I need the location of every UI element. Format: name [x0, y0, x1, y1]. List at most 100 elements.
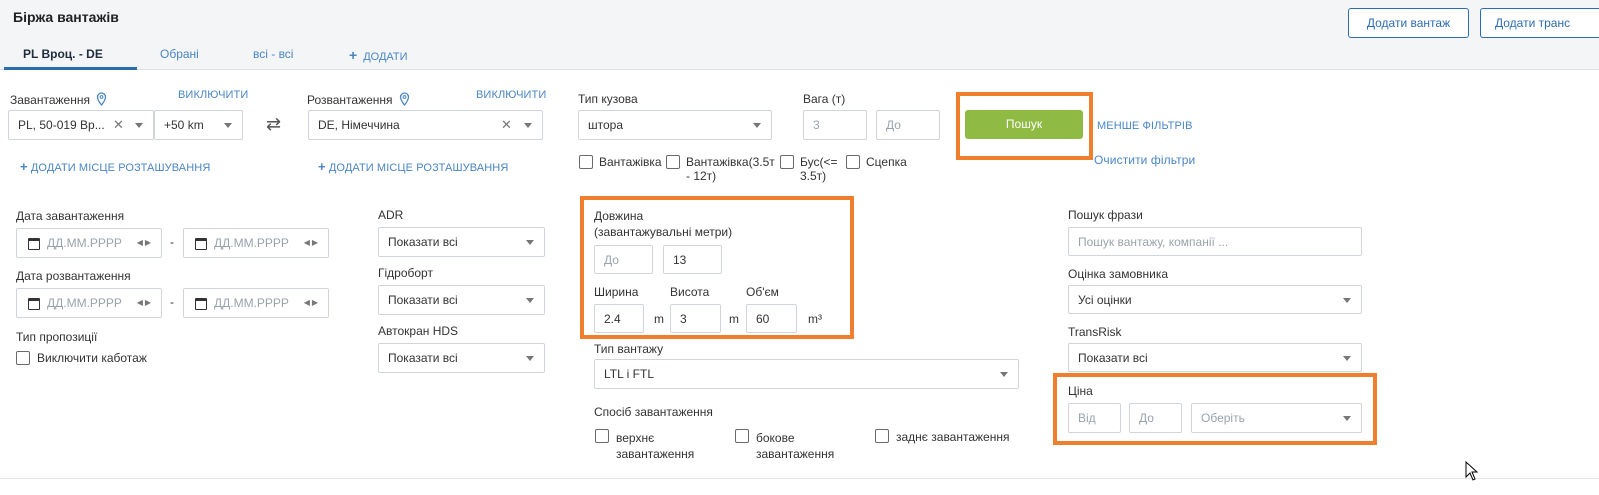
mouse-cursor-icon — [1465, 461, 1479, 481]
tab-favorites[interactable]: Обрані — [160, 47, 199, 61]
unloading-location-input[interactable]: DE, Німеччина ✕ — [308, 110, 543, 140]
unloading-date-from-input[interactable]: ДД.ММ.РРРР ◀▶ — [16, 288, 162, 318]
weight-to-input[interactable]: До — [876, 110, 940, 140]
stepper-arrows-icon[interactable]: ◀▶ — [137, 229, 153, 257]
body-type-select[interactable]: штора — [578, 110, 772, 140]
side-loading-checkbox[interactable] — [735, 429, 749, 443]
price-label: Ціна — [1068, 384, 1093, 398]
loading-date-to-input[interactable]: ДД.ММ.РРРР ◀▶ — [183, 228, 329, 258]
tail-lift-label: Гідроборт — [378, 266, 433, 280]
stepper-arrows-icon[interactable]: ◀▶ — [137, 289, 153, 317]
transrisk-select[interactable]: Показати всі — [1068, 343, 1362, 372]
length-sublabel: (завантажувальні метри) — [594, 225, 733, 239]
crane-select[interactable]: Показати всі — [378, 343, 545, 373]
date-range-dash: - — [170, 235, 174, 249]
page-title: Біржа вантажів — [13, 9, 119, 25]
price-from-input[interactable]: Від — [1068, 403, 1121, 433]
customer-rating-select[interactable]: Усі оцінки — [1068, 285, 1362, 314]
unloading-location-value: DE, Німеччина — [318, 118, 400, 132]
loading-location-input[interactable]: PL, 50-019 Вр... ✕ — [8, 110, 154, 140]
rear-loading-checkbox[interactable] — [875, 429, 889, 443]
cabotage-checkbox[interactable] — [16, 351, 30, 365]
location-pin-icon — [399, 92, 410, 107]
unloading-exclude-link[interactable]: ВИКЛЮЧИТИ — [476, 89, 546, 101]
side-loading-label: бокове завантаження — [756, 431, 835, 461]
trailer-label: Сцепка — [866, 155, 907, 169]
loading-exclude-link[interactable]: ВИКЛЮЧИТИ — [178, 89, 248, 101]
width-input[interactable]: 2.4 — [594, 304, 644, 333]
tab-all-all[interactable]: всі - всі — [253, 47, 293, 61]
plus-icon: + — [349, 47, 358, 63]
loading-add-location-link[interactable]: + ДОДАТИ МІСЦЕ РОЗТАШУВАННЯ — [20, 159, 210, 174]
calendar-icon — [195, 298, 207, 310]
loading-location-value: PL, 50-019 Вр... — [18, 118, 105, 132]
truck-label: Вантажівка — [599, 155, 662, 169]
trailer-checkbox[interactable] — [846, 155, 860, 169]
weight-from-input[interactable]: 3 — [803, 110, 867, 140]
unloading-date-to-input[interactable]: ДД.ММ.РРРР ◀▶ — [183, 288, 329, 318]
tail-lift-select[interactable]: Показати всі — [378, 285, 545, 315]
height-label: Висота — [670, 285, 710, 299]
volume-unit: m³ — [808, 312, 822, 326]
truck-mid-label: Вантажівка(3.5т - 12т) — [686, 155, 775, 183]
calendar-icon — [195, 238, 207, 250]
top-loading-checkbox[interactable] — [595, 429, 609, 443]
tab-add-label: ДОДАТИ — [363, 51, 408, 63]
add-cargo-button[interactable]: Додати вантаж — [1348, 8, 1469, 38]
loading-label: Завантаження — [10, 92, 107, 107]
transrisk-label: TransRisk — [1068, 325, 1122, 339]
loading-date-from-input[interactable]: ДД.ММ.РРРР ◀▶ — [16, 228, 162, 258]
price-to-input[interactable]: До — [1129, 403, 1182, 433]
calendar-icon — [28, 238, 40, 250]
cargo-type-select[interactable]: LTL і FTL — [594, 359, 1019, 389]
unloading-date-label: Дата розвантаження — [16, 269, 131, 283]
location-pin-icon — [97, 92, 107, 107]
clear-filters-link[interactable]: Очистити фільтри — [1094, 153, 1195, 167]
loading-radius-select[interactable]: +50 km — [154, 110, 243, 140]
less-filters-link[interactable]: МЕНШЕ ФІЛЬТРІВ — [1097, 120, 1193, 132]
phrase-search-input[interactable]: Пошук вантажу, компанії ... — [1068, 227, 1362, 256]
active-tab-indicator — [4, 67, 137, 70]
customer-rating-label: Оцінка замовника — [1068, 267, 1169, 281]
calendar-icon — [28, 298, 40, 310]
volume-label: Об'єм — [746, 285, 779, 299]
loading-date-label: Дата завантаження — [16, 209, 125, 223]
tab-add[interactable]: + ДОДАТИ — [349, 47, 408, 63]
volume-input[interactable]: 60 — [746, 304, 797, 333]
height-input[interactable]: 3 — [670, 304, 721, 333]
length-label: Довжина — [594, 209, 644, 223]
date-range-dash: - — [170, 295, 174, 309]
adr-label: ADR — [378, 208, 404, 222]
stepper-arrows-icon[interactable]: ◀▶ — [304, 289, 320, 317]
offer-type-label: Тип пропозиції — [16, 330, 98, 344]
length-to-input[interactable]: 13 — [663, 245, 722, 274]
swap-icon[interactable]: ⇄ — [266, 114, 281, 135]
bus-label: Бус(<= 3.5т) — [800, 155, 838, 183]
chevron-down-icon[interactable] — [524, 123, 532, 128]
loading-method-label: Спосіб завантаження — [594, 405, 713, 419]
unloading-add-location-link[interactable]: + ДОДАТИ МІСЦЕ РОЗТАШУВАННЯ — [318, 159, 508, 174]
phrase-search-label: Пошук фрази — [1068, 208, 1143, 222]
unloading-label: Розвантаження — [307, 92, 410, 107]
chevron-down-icon[interactable] — [135, 123, 143, 128]
clear-icon[interactable]: ✕ — [501, 111, 512, 139]
body-type-label: Тип кузова — [578, 92, 638, 106]
tab-pl-wroclaw-de[interactable]: PL Вроц. - DE — [23, 47, 103, 61]
width-unit: m — [654, 312, 664, 326]
rear-loading-label: заднє завантаження — [896, 430, 1010, 444]
bottom-divider — [0, 478, 1599, 479]
length-from-input[interactable]: До — [594, 245, 653, 274]
truck-mid-checkbox[interactable] — [666, 155, 680, 169]
bus-checkbox[interactable] — [780, 155, 794, 169]
weight-label: Вага (т) — [803, 92, 846, 106]
height-unit: m — [729, 312, 739, 326]
cabotage-label: Виключити каботаж — [37, 351, 147, 365]
price-currency-select[interactable]: Оберіть — [1191, 403, 1362, 433]
truck-checkbox[interactable] — [579, 155, 593, 169]
search-button[interactable]: Пошук — [965, 110, 1083, 139]
clear-icon[interactable]: ✕ — [113, 111, 124, 139]
add-transport-button[interactable]: Додати транс — [1480, 8, 1599, 38]
adr-select[interactable]: Показати всі — [378, 227, 545, 257]
stepper-arrows-icon[interactable]: ◀▶ — [304, 229, 320, 257]
cargo-type-label: Тип вантажу — [594, 342, 664, 356]
